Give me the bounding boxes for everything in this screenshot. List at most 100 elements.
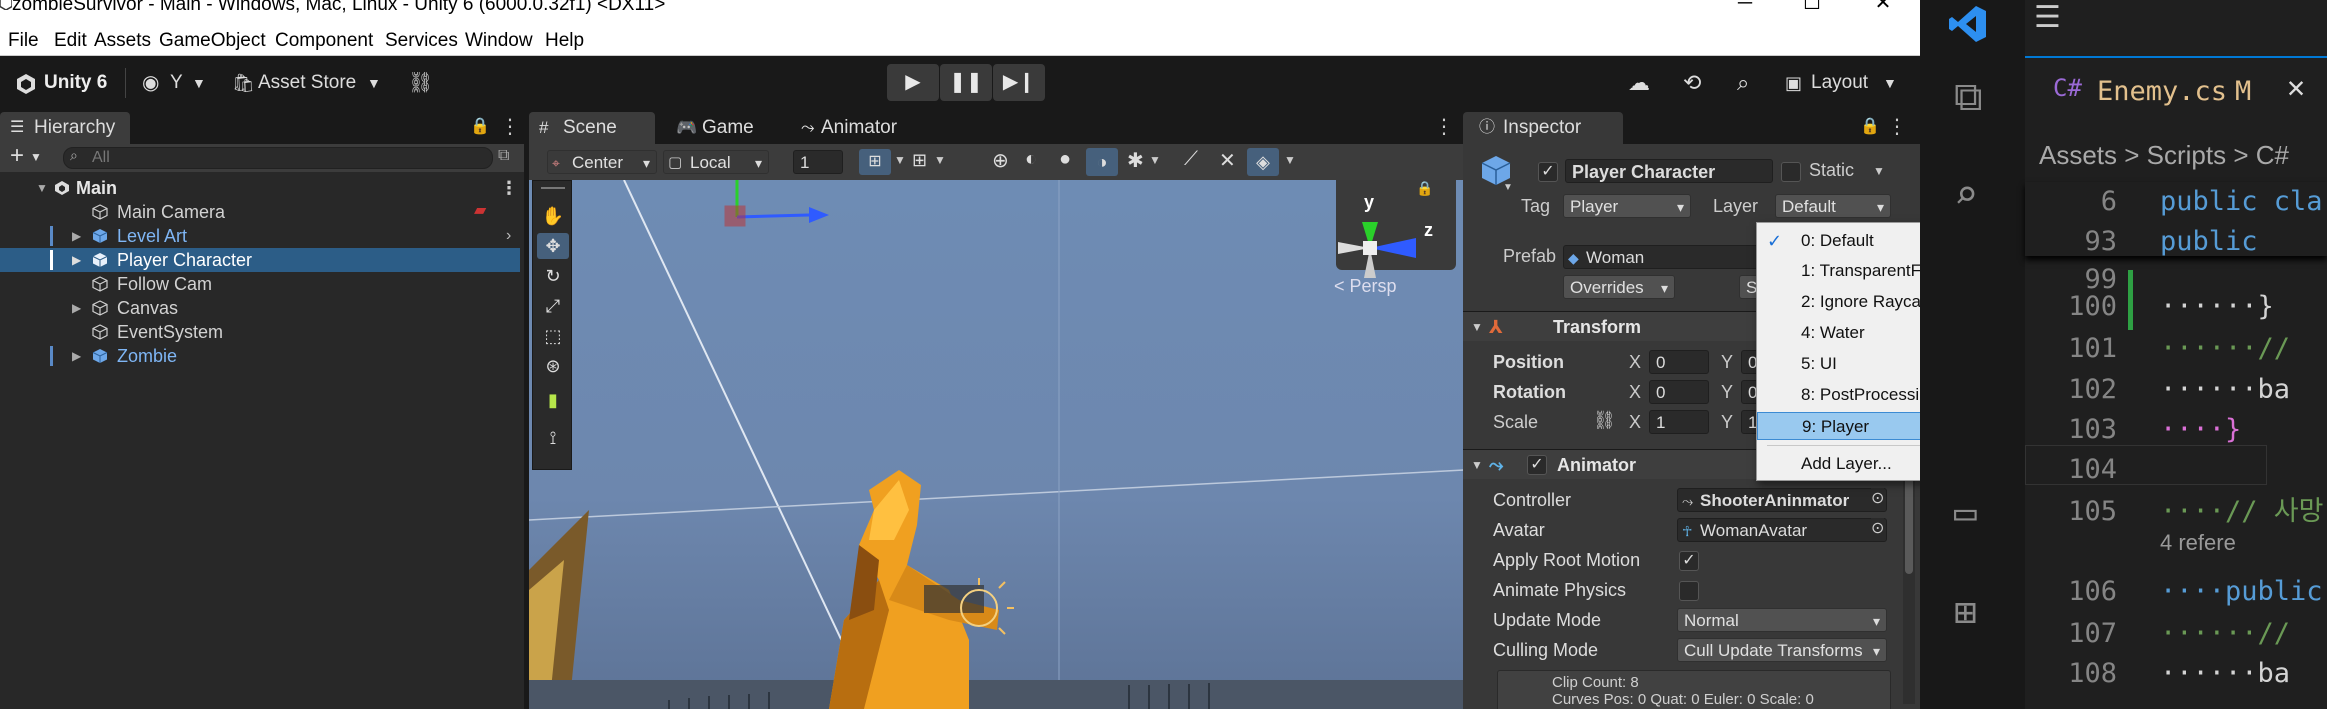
history-icon[interactable]: ⟲ — [1683, 68, 1701, 98]
scale-x-input[interactable]: 1 — [1649, 410, 1709, 434]
play-button[interactable]: ▶ — [887, 64, 939, 101]
close-button[interactable]: ✕ — [1868, 0, 1898, 13]
animator-enabled-checkbox[interactable]: ✓ — [1527, 455, 1547, 475]
lock-icon[interactable]: 🔒 — [1860, 116, 1880, 136]
object-picker-icon[interactable]: ⊙ — [1871, 518, 1885, 538]
audio-mute-icon[interactable]: ⟋ — [1184, 148, 1198, 171]
scene-root-main[interactable]: ▼ Main ⋮ — [0, 176, 520, 200]
scene-viewport[interactable]: ✋ ✥ ↻ ⤢ ⬚ ⊛ ▮ ⟟ y z 🔒 < Persp — [529, 180, 1464, 709]
rect-tool-icon[interactable]: ⬚ — [537, 323, 569, 349]
explorer-files-icon[interactable]: ⧉ — [1954, 74, 1983, 120]
hierarchy-item-follow-cam[interactable]: Follow Cam — [0, 272, 520, 296]
tab-scene[interactable]: # Scene — [529, 112, 655, 144]
chevron-down-icon[interactable]: ▼ — [934, 153, 946, 167]
more-options-icon[interactable]: ⋮ — [500, 114, 520, 139]
menu-window[interactable]: Window — [465, 26, 533, 56]
object-picker-icon[interactable]: ⊙ — [1871, 488, 1885, 508]
shaded-icon[interactable]: ● — [1059, 148, 1071, 171]
chevron-down-icon[interactable]: ▼ — [1873, 164, 1885, 178]
tab-hierarchy[interactable]: ☰ Hierarchy — [0, 112, 130, 144]
more-options-icon[interactable]: ⋮ — [1434, 114, 1454, 139]
grid-visibility-icon[interactable]: ⊞ — [912, 150, 927, 171]
remote-explorer-icon[interactable]: ▭ — [1954, 490, 1977, 534]
controller-field[interactable]: ⤳ ShooterAninmator — [1677, 488, 1887, 512]
version-control-icon[interactable]: ⛓ — [408, 68, 433, 98]
menu-gameobject[interactable]: GameObject — [159, 26, 266, 56]
chevron-down-icon[interactable]: ▼ — [1284, 153, 1296, 167]
position-x-input[interactable]: 0 — [1649, 350, 1709, 374]
layer-option-postprocessing[interactable]: 8: PostProcessing — [1757, 381, 1920, 409]
perspective-label[interactable]: < Persp — [1334, 276, 1397, 297]
menu-component[interactable]: Component — [275, 26, 373, 56]
rotation-x-input[interactable]: 0 — [1649, 380, 1709, 404]
grid-snap-input[interactable]: 1 — [793, 150, 843, 174]
layer-option-default[interactable]: ✓ 0: Default — [1757, 227, 1920, 255]
active-checkbox[interactable]: ✓ — [1538, 162, 1558, 182]
minimize-button[interactable]: ─ — [1730, 0, 1760, 13]
transform-tool-icon[interactable]: ⊛ — [537, 353, 569, 379]
hierarchy-item-level-art[interactable]: ▶ Level Art › — [0, 224, 520, 248]
layer-dropdown[interactable]: Default — [1775, 194, 1891, 218]
tab-game[interactable]: 🎮 Game — [664, 112, 764, 144]
chevron-right-icon[interactable]: › — [506, 224, 511, 248]
hamburger-menu-icon[interactable]: ☰ — [2034, 0, 2061, 35]
layer-option-water[interactable]: 4: Water — [1757, 319, 1920, 347]
culling-mode-dropdown[interactable]: Cull Update Transforms — [1677, 638, 1887, 662]
breadcrumb-path[interactable]: Assets > Scripts > C# — [2039, 140, 2289, 171]
tag-dropdown[interactable]: Player — [1563, 194, 1691, 218]
render-mode-toggle[interactable]: ◑ — [1086, 148, 1118, 176]
hierarchy-item-main-camera[interactable]: Main Camera ▰ — [0, 200, 520, 224]
editor-tab-enemy[interactable]: C# Enemy.cs M ✕ — [2025, 56, 2327, 132]
close-tab-icon[interactable]: ✕ — [2287, 70, 2305, 105]
more-options-icon[interactable]: ⋮ — [500, 176, 518, 200]
layer-option-ignore-raycast[interactable]: 2: Ignore Raycast — [1757, 288, 1920, 316]
more-options-icon[interactable]: ⋮ — [1887, 114, 1907, 139]
chevron-down-icon[interactable]: ▼ — [894, 153, 906, 167]
grid-snap-toggle[interactable]: ⊞ — [859, 149, 891, 175]
menu-file[interactable]: File — [8, 26, 39, 56]
object-name-input[interactable]: Player Character — [1565, 159, 1773, 183]
custom-tool-icon[interactable]: ▮ — [537, 387, 569, 413]
maximize-button[interactable]: ☐ — [1797, 0, 1827, 13]
globe-icon[interactable]: ⊕ — [992, 148, 1009, 173]
expand-arrow-icon[interactable]: ▶ — [72, 344, 81, 368]
cloud-icon[interactable]: ☁ — [1628, 68, 1650, 98]
hierarchy-item-eventsystem[interactable]: EventSystem — [0, 320, 520, 344]
menu-edit[interactable]: Edit — [54, 26, 87, 56]
apply-root-motion-checkbox[interactable]: ✓ — [1679, 551, 1699, 571]
avatar-field[interactable]: ☥ WomanAvatar — [1677, 518, 1887, 542]
chevron-down-icon[interactable]: ▼ — [30, 150, 42, 164]
shaded-wire-icon[interactable]: ◐ — [1025, 148, 1037, 171]
orientation-gizmo[interactable]: y z 🔒 — [1336, 180, 1456, 278]
scene-visibility-toggle[interactable]: ◈ — [1247, 148, 1279, 176]
add-icon[interactable]: + — [10, 142, 24, 170]
tab-inspector[interactable]: ⓘ Inspector — [1463, 112, 1623, 144]
search-options-icon[interactable]: ⧉ — [498, 147, 509, 165]
drag-handle[interactable] — [541, 187, 565, 189]
animate-physics-checkbox[interactable] — [1679, 581, 1699, 601]
search-icon[interactable]: ⌕ — [1954, 172, 1978, 218]
hierarchy-item-zombie[interactable]: ▶ Zombie — [0, 344, 520, 368]
rotate-tool-icon[interactable]: ↻ — [537, 263, 569, 289]
move-tool-icon[interactable]: ✥ — [537, 233, 569, 259]
effects-icon[interactable]: ✕ — [1219, 148, 1236, 173]
hand-tool-icon[interactable]: ✋ — [537, 203, 569, 229]
extensions-icon[interactable]: ⊞ — [1954, 590, 1977, 634]
update-mode-dropdown[interactable]: Normal — [1677, 608, 1887, 632]
lock-icon[interactable]: 🔒 — [470, 116, 490, 136]
menu-assets[interactable]: Assets — [94, 26, 151, 56]
expand-arrow-icon[interactable]: ▶ — [72, 296, 81, 320]
expand-arrow-icon[interactable]: ▼ — [36, 176, 48, 200]
codelens-references[interactable]: 4 refere — [2160, 530, 2236, 556]
menu-help[interactable]: Help — [545, 26, 584, 56]
pause-button[interactable]: ❚❚ — [940, 64, 992, 101]
static-checkbox[interactable] — [1781, 162, 1801, 182]
chevron-down-icon[interactable]: ▼ — [1149, 153, 1161, 167]
space-dropdown[interactable]: ▢ Local — [663, 150, 769, 174]
hierarchy-item-player-character[interactable]: ▶ Player Character — [0, 248, 520, 272]
tab-animator[interactable]: ⤳ Animator — [799, 112, 939, 144]
prefab-field[interactable]: ◆ Woman — [1563, 245, 1763, 269]
scale-tool-icon[interactable]: ⤢ — [537, 293, 569, 319]
menu-services[interactable]: Services — [385, 26, 458, 56]
expand-arrow-icon[interactable]: ▶ — [72, 224, 81, 248]
